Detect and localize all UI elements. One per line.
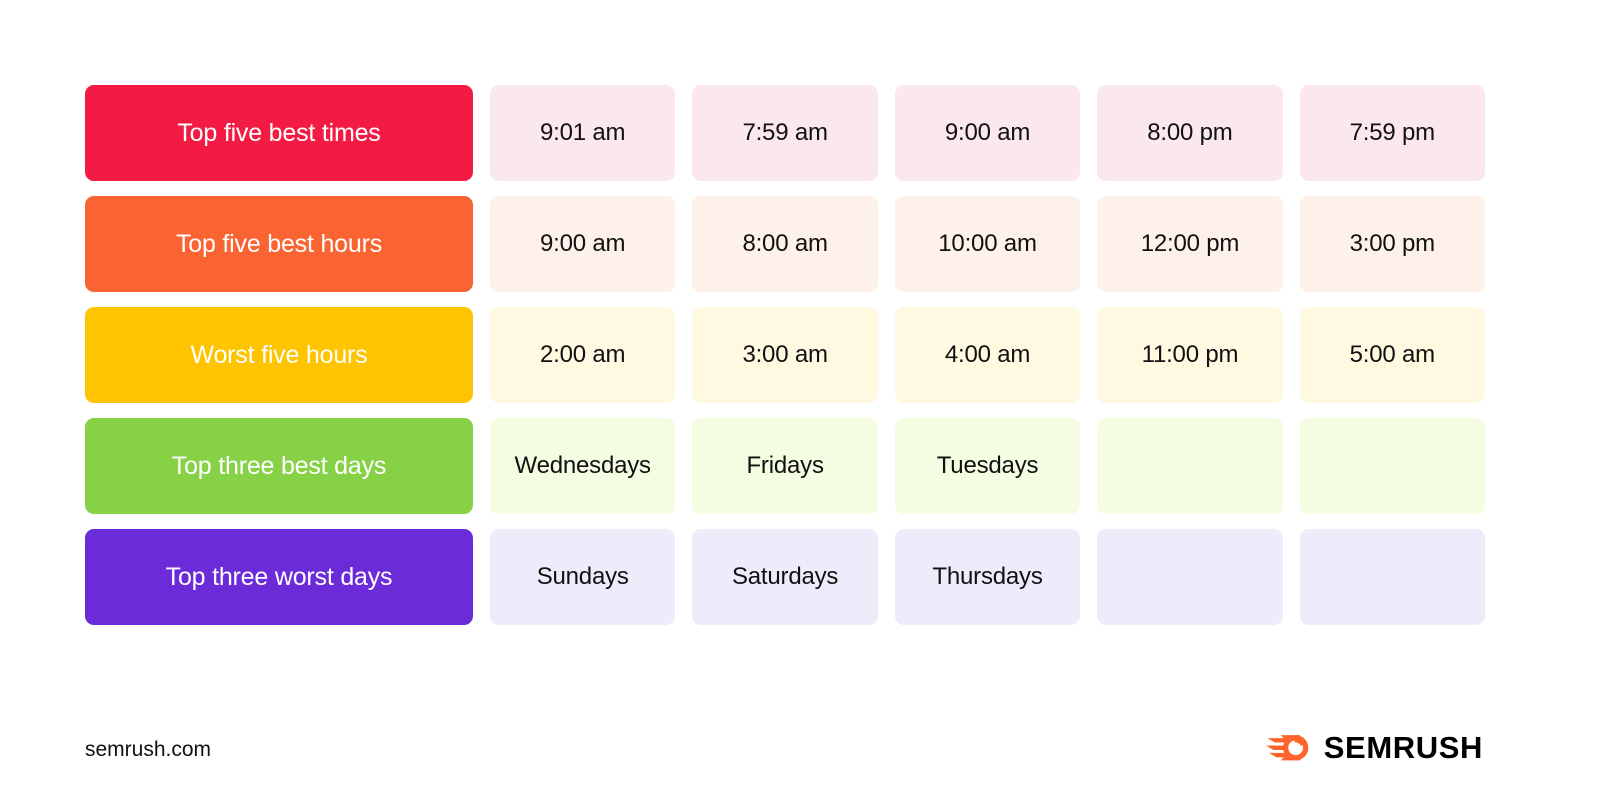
table-cell: 3:00 am [692, 307, 878, 403]
row-label-top-five-best-hours: Top five best hours [85, 196, 473, 292]
infographic-root: Top five best times 9:01 am 7:59 am 9:00… [0, 0, 1600, 812]
table-cell: 7:59 am [692, 85, 878, 181]
table-cell: Fridays [692, 418, 878, 514]
table-cell: Thursdays [894, 529, 1081, 625]
table-row: Worst five hours 2:00 am 3:00 am 4:00 am… [85, 307, 1486, 403]
semrush-comet-icon [1265, 735, 1309, 761]
table-cell: 11:00 pm [1097, 307, 1283, 403]
table-cell: 8:00 am [692, 196, 878, 292]
table-cell: Tuesdays [894, 418, 1081, 514]
row-label-top-three-best-days: Top three best days [85, 418, 473, 514]
table-cell: Sundays [490, 529, 676, 625]
table-cell: 12:00 pm [1097, 196, 1283, 292]
table-cell-empty [1097, 529, 1283, 625]
row-label-top-five-best-times: Top five best times [85, 85, 473, 181]
table-cell: 2:00 am [490, 307, 676, 403]
footer: semrush.com SEMRUSH [0, 728, 1600, 778]
row-label-top-three-worst-days: Top three worst days [85, 529, 473, 625]
table-row: Top five best hours 9:00 am 8:00 am 10:0… [85, 196, 1486, 292]
table-cell: 7:59 pm [1299, 85, 1486, 181]
table-row: Top three worst days Sundays Saturdays T… [85, 529, 1486, 625]
table-cell: 9:01 am [490, 85, 676, 181]
table-row: Top three best days Wednesdays Fridays T… [85, 418, 1486, 514]
table-cell: 4:00 am [894, 307, 1081, 403]
table-cell-empty [1299, 418, 1486, 514]
row-label-worst-five-hours: Worst five hours [85, 307, 473, 403]
table-cell: 8:00 pm [1097, 85, 1283, 181]
semrush-logo: SEMRUSH [1265, 729, 1483, 765]
table-cell: 5:00 am [1299, 307, 1486, 403]
table-cell: Wednesdays [490, 418, 676, 514]
semrush-wordmark: SEMRUSH [1323, 729, 1483, 765]
best-times-table: Top five best times 9:01 am 7:59 am 9:00… [85, 85, 1486, 625]
footer-source-url: semrush.com [85, 738, 212, 761]
table-cell-empty [1097, 418, 1283, 514]
table-row: Top five best times 9:01 am 7:59 am 9:00… [85, 85, 1486, 181]
table-cell: 3:00 pm [1299, 196, 1486, 292]
table-cell-empty [1299, 529, 1486, 625]
table-cell: 9:00 am [490, 196, 676, 292]
table-cell: Saturdays [692, 529, 878, 625]
table-cell: 10:00 am [894, 196, 1081, 292]
table-cell: 9:00 am [894, 85, 1081, 181]
